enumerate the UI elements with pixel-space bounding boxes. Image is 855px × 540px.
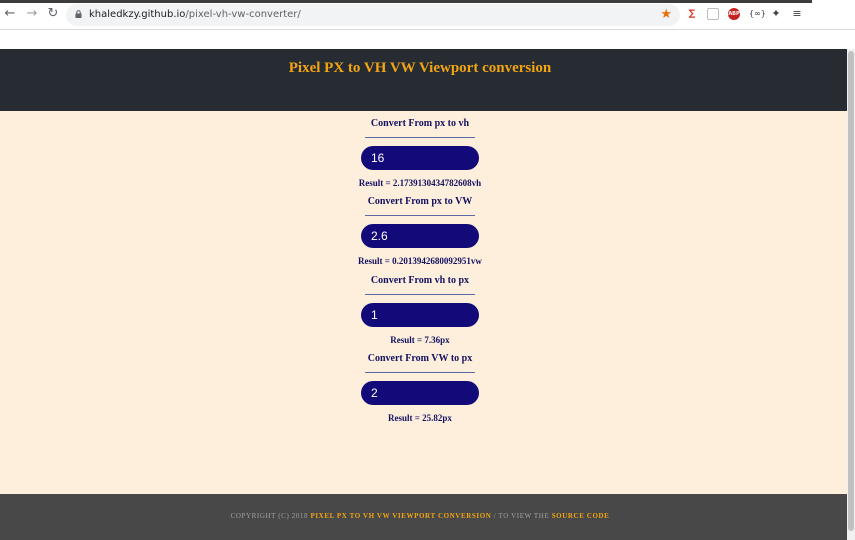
extensions-puzzle-icon[interactable]: ✦ <box>770 8 782 20</box>
divider <box>365 137 475 138</box>
vw-to-px-input[interactable] <box>361 381 479 405</box>
converter-vh-to-px: Convert From vh to px Result = 7.36px <box>340 275 500 346</box>
divider <box>365 215 475 216</box>
footer-separator: / TO VIEW THE <box>491 512 552 520</box>
reload-icon[interactable]: ↻ <box>46 7 60 21</box>
adblock-extension-icon[interactable]: ABP <box>728 8 740 20</box>
extension-icon[interactable]: ∑ <box>686 8 698 20</box>
forward-arrow-icon[interactable]: → <box>25 7 39 21</box>
converter-result: Result = 0.2013942680092951vw <box>358 256 482 266</box>
converter-result: Result = 25.82px <box>388 413 452 423</box>
converter-label: Convert From px to VW <box>367 196 473 207</box>
tab-strip-edge <box>0 0 812 3</box>
bookmark-star-icon[interactable]: ★ <box>660 7 672 23</box>
divider <box>365 372 475 373</box>
converter-px-to-vw: Convert From px to VW Result = 0.2013942… <box>340 196 500 267</box>
converter-result: Result = 2.1739130434782608vh <box>358 178 482 188</box>
page-title: Pixel PX to VH VW Viewport conversion <box>288 60 552 76</box>
back-arrow-icon[interactable]: ← <box>3 7 17 21</box>
px-to-vh-input[interactable] <box>361 146 479 170</box>
url-path: /pixel-vh-vw-converter/ <box>185 9 301 20</box>
site-footer: COPYRIGHT (C) 2018 PIXEL PX TO VH VW VIE… <box>0 494 847 540</box>
page-content: Pixel PX to VH VW Viewport conversion Co… <box>0 49 847 540</box>
converter-px-to-vh: Convert From px to vh Result = 2.1739130… <box>340 118 500 189</box>
scrollbar-thumb[interactable] <box>848 51 854 531</box>
vh-to-px-input[interactable] <box>361 303 479 327</box>
source-code-link[interactable]: SOURCE CODE <box>552 512 610 520</box>
url-text: khaledkzy.github.io/pixel-vh-vw-converte… <box>89 7 301 23</box>
lock-icon <box>75 10 82 18</box>
extension-code-icon[interactable]: {∞} <box>749 8 766 20</box>
media-playlist-icon[interactable]: ≡ <box>791 8 803 20</box>
extension-box-icon[interactable] <box>707 8 719 20</box>
footer-copyright: COPYRIGHT (C) 2018 PIXEL PX TO VH VW VIE… <box>0 511 840 521</box>
converter-result: Result = 7.36px <box>390 335 450 345</box>
converter-vw-to-px: Convert From VW to px Result = 25.82px <box>340 353 500 424</box>
url-host: khaledkzy.github.io <box>89 9 186 20</box>
divider <box>365 294 475 295</box>
project-link[interactable]: PIXEL PX TO VH VW VIEWPORT CONVERSION <box>310 512 491 520</box>
scrollbar[interactable] <box>847 49 855 540</box>
browser-toolbar: ← → ↻ khaledkzy.github.io/pixel-vh-vw-co… <box>0 0 855 30</box>
address-bar[interactable]: khaledkzy.github.io/pixel-vh-vw-converte… <box>66 4 680 26</box>
converter-label: Convert From vh to px <box>370 275 470 286</box>
converter-label: Convert From px to vh <box>370 118 470 129</box>
site-header: Pixel PX to VH VW Viewport conversion <box>0 49 847 111</box>
footer-prefix: COPYRIGHT (C) 2018 <box>230 512 311 520</box>
converter-label: Convert From VW to px <box>367 353 473 364</box>
px-to-vw-input[interactable] <box>361 224 479 248</box>
